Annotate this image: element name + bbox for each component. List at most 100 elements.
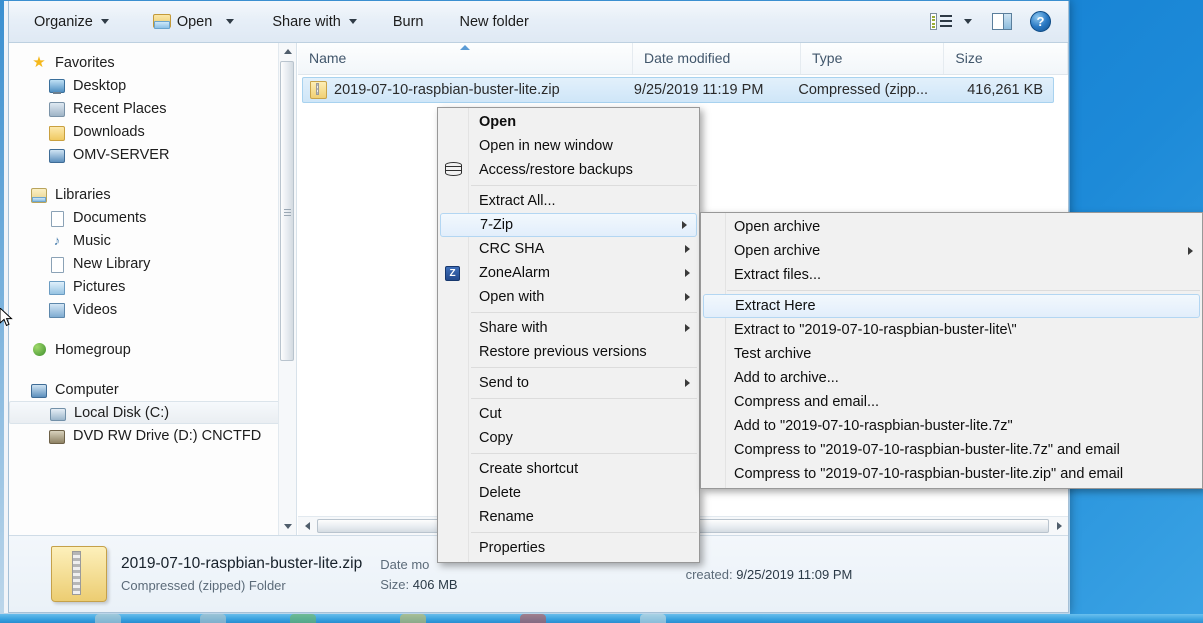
file-name-label: 2019-07-10-raspbian-buster-lite.zip [334, 82, 560, 98]
nav-group-homegroup[interactable]: Homegroup [9, 338, 296, 361]
organize-button[interactable]: Organize [23, 7, 120, 37]
submenu-item-open-archive[interactable]: Open archive [701, 215, 1202, 239]
preview-pane-button[interactable] [987, 7, 1017, 37]
menu-item-crc-sha[interactable]: CRC SHA [438, 237, 699, 261]
share-with-label: Share with [272, 14, 341, 30]
navigation-pane-scrollbar[interactable] [278, 43, 296, 535]
submenu-item-compress-to-zip-and-email[interactable]: Compress to "2019-07-10-raspbian-buster-… [701, 462, 1202, 486]
file-size-cell: 416,261 KB [932, 82, 1053, 98]
desktop-icon [49, 78, 65, 94]
menu-item-copy[interactable]: Copy [438, 426, 699, 450]
nav-group-libraries[interactable]: Libraries [9, 183, 296, 206]
menu-item-label: Properties [479, 540, 545, 556]
documents-library-icon [49, 210, 65, 226]
sidebar-item-downloads[interactable]: Downloads [9, 120, 296, 143]
menu-item-label: Cut [479, 406, 502, 422]
submenu-item-extract-here[interactable]: Extract Here [703, 294, 1200, 318]
sidebar-item-dvd-rw-drive-d[interactable]: DVD RW Drive (D:) CNCTFD [9, 424, 296, 447]
column-header-type[interactable]: Type [801, 43, 944, 74]
nav-label: Computer [55, 382, 119, 398]
share-with-button[interactable]: Share with [261, 7, 368, 37]
column-label: Size [955, 50, 982, 66]
menu-item-label: Extract files... [734, 267, 821, 283]
organize-label: Organize [34, 14, 93, 30]
column-header-row: Name Date modified Type Size [298, 43, 1068, 75]
sidebar-item-local-disk-c[interactable]: Local Disk (C:) [9, 401, 292, 424]
scroll-up-arrow-icon[interactable] [279, 43, 296, 60]
open-button[interactable]: Open [142, 7, 245, 37]
menu-item-label: Compress and email... [734, 394, 879, 410]
submenu-arrow-icon [685, 324, 690, 332]
sidebar-item-videos[interactable]: Videos [9, 298, 296, 321]
menu-item-share-with[interactable]: Share with [438, 316, 699, 340]
backup-database-icon [445, 162, 462, 179]
scroll-right-arrow-icon[interactable] [1050, 517, 1068, 535]
nav-label: Downloads [73, 124, 145, 140]
navigation-pane[interactable]: ★ Favorites Desktop Recent Places Downlo… [9, 43, 297, 535]
zip-folder-large-icon [51, 546, 107, 602]
submenu-item-extract-files[interactable]: Extract files... [701, 263, 1202, 287]
submenu-item-compress-to-7z-and-email[interactable]: Compress to "2019-07-10-raspbian-buster-… [701, 438, 1202, 462]
menu-item-open-with[interactable]: Open with [438, 285, 699, 309]
menu-item-delete[interactable]: Delete [438, 481, 699, 505]
menu-item-extract-all[interactable]: Extract All... [438, 189, 699, 213]
menu-item-cut[interactable]: Cut [438, 402, 699, 426]
menu-separator [471, 312, 697, 313]
taskbar[interactable] [0, 614, 1203, 623]
menu-item-label: Test archive [734, 346, 811, 362]
burn-button[interactable]: Burn [382, 7, 435, 37]
submenu-item-extract-to-folder[interactable]: Extract to "2019-07-10-raspbian-buster-l… [701, 318, 1202, 342]
sidebar-item-recent-places[interactable]: Recent Places [9, 97, 296, 120]
context-menu[interactable]: Open Open in new window Access/restore b… [437, 107, 700, 563]
menu-separator [471, 185, 697, 186]
menu-item-label: Extract Here [735, 298, 816, 314]
submenu-item-add-to-archive[interactable]: Add to archive... [701, 366, 1202, 390]
menu-item-open[interactable]: Open [438, 110, 699, 134]
scroll-down-arrow-icon[interactable] [279, 518, 296, 535]
change-view-icon [930, 13, 952, 30]
details-tertiary-column: created: 9/25/2019 11:09 PM [686, 567, 853, 582]
menu-item-send-to[interactable]: Send to [438, 371, 699, 395]
sidebar-item-documents[interactable]: Documents [9, 206, 296, 229]
menu-item-access-restore-backups[interactable]: Access/restore backups [438, 158, 699, 182]
column-header-name[interactable]: Name [298, 43, 633, 74]
nav-spacer [9, 361, 296, 378]
submenu-item-open-archive-with[interactable]: Open archive [701, 239, 1202, 263]
zip-file-icon [310, 81, 327, 99]
menu-item-zonealarm[interactable]: Z ZoneAlarm [438, 261, 699, 285]
chevron-down-icon [349, 19, 357, 24]
nav-group-favorites[interactable]: ★ Favorites [9, 51, 296, 74]
new-folder-button[interactable]: New folder [448, 7, 539, 37]
sidebar-item-new-library[interactable]: New Library [9, 252, 296, 275]
menu-item-open-in-new-window[interactable]: Open in new window [438, 134, 699, 158]
submenu-arrow-icon [685, 245, 690, 253]
column-header-size[interactable]: Size [944, 43, 1068, 74]
help-button[interactable]: ? [1027, 7, 1054, 37]
sidebar-item-pictures[interactable]: Pictures [9, 275, 296, 298]
submenu-arrow-icon [685, 269, 690, 277]
column-header-date-modified[interactable]: Date modified [633, 43, 801, 74]
menu-item-label: Add to archive... [734, 370, 839, 386]
submenu-item-test-archive[interactable]: Test archive [701, 342, 1202, 366]
sidebar-item-desktop[interactable]: Desktop [9, 74, 296, 97]
submenu-item-add-to-7z[interactable]: Add to "2019-07-10-raspbian-buster-lite.… [701, 414, 1202, 438]
menu-item-restore-previous-versions[interactable]: Restore previous versions [438, 340, 699, 364]
submenu-7zip[interactable]: Open archive Open archive Extract files.… [700, 212, 1203, 489]
sidebar-item-music[interactable]: ♪ Music [9, 229, 296, 252]
menu-item-7-zip[interactable]: 7-Zip [440, 213, 697, 237]
scrollbar-thumb[interactable] [280, 61, 294, 361]
menu-item-create-shortcut[interactable]: Create shortcut [438, 457, 699, 481]
column-label: Name [309, 50, 346, 66]
menu-item-rename[interactable]: Rename [438, 505, 699, 529]
submenu-item-compress-and-email[interactable]: Compress and email... [701, 390, 1202, 414]
nav-label: Pictures [73, 279, 125, 295]
menu-item-properties[interactable]: Properties [438, 536, 699, 560]
details-size-label: Size: [380, 577, 409, 592]
preview-pane-icon [992, 13, 1012, 30]
scroll-left-arrow-icon[interactable] [298, 517, 316, 535]
change-view-button[interactable] [925, 7, 977, 37]
libraries-icon [31, 187, 47, 203]
sidebar-item-omv-server[interactable]: OMV-SERVER [9, 143, 296, 166]
nav-group-computer[interactable]: Computer [9, 378, 296, 401]
table-row[interactable]: 2019-07-10-raspbian-buster-lite.zip 9/25… [302, 77, 1054, 103]
